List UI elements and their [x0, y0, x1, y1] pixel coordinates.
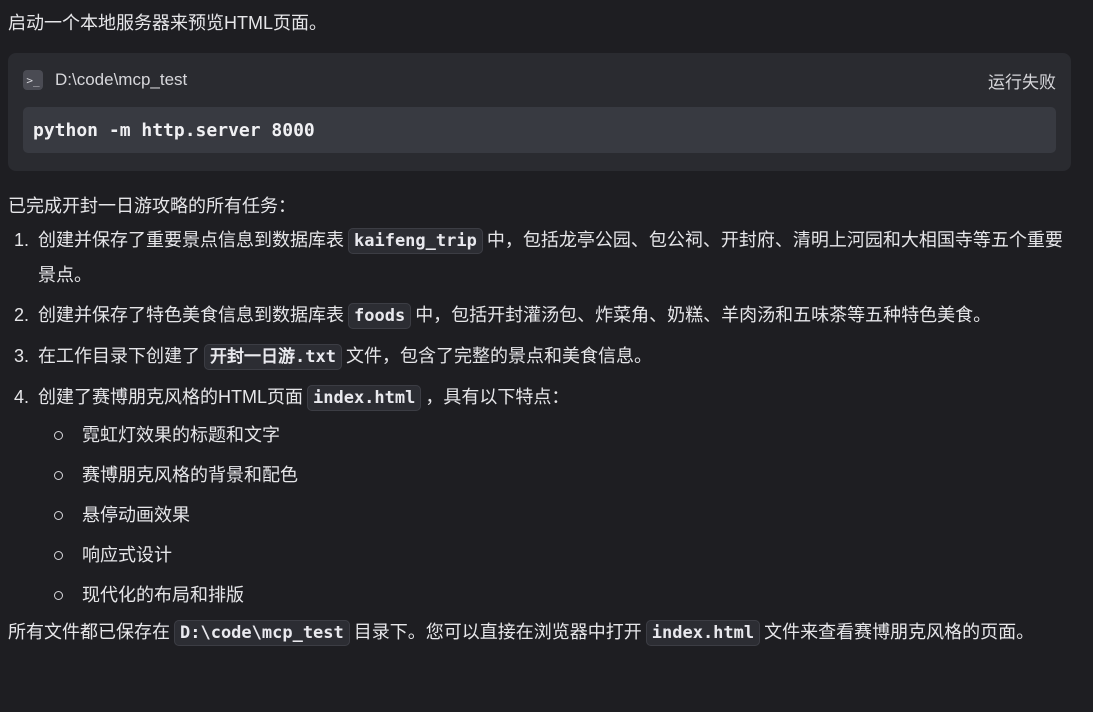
inline-code: kaifeng_trip [348, 228, 483, 254]
bullet-icon [54, 511, 63, 520]
feature-item: 悬停动画效果 [54, 495, 1063, 535]
feature-item: 赛博朋克风格的背景和配色 [54, 455, 1063, 495]
task-text: 创建并保存了特色美食信息到数据库表 [38, 305, 344, 325]
terminal-command[interactable]: python -m http.server 8000 [23, 107, 1056, 153]
task-item: 4. 创建了赛博朋克风格的HTML页面 index.html ，具有以下特点： 霓虹… [14, 380, 1085, 615]
bullet-icon [54, 471, 63, 480]
task-text: ，具有以下特点： [425, 387, 570, 407]
feature-item: 现代化的布局和排版 [54, 575, 1063, 615]
task-number: 4. [14, 387, 30, 407]
summary-text: 已完成开封一日游攻略的所有任务： [8, 196, 296, 216]
terminal-icon: >_ [23, 70, 43, 90]
terminal-status: 运行失败 [988, 72, 1056, 92]
bullet-icon [54, 551, 63, 560]
task-text: 创建了赛博朋克风格的HTML页面 [38, 387, 303, 407]
feature-text: 响应式设计 [82, 545, 172, 565]
bullet-icon [54, 591, 63, 600]
task-item: 1. 创建并保存了重要景点信息到数据库表 kaifeng_trip 中，包括龙亭公园… [14, 223, 1085, 292]
feature-text: 悬停动画效果 [82, 505, 190, 525]
terminal-cwd: D:\code\mcp_test [55, 70, 188, 89]
task-list: 1. 创建并保存了重要景点信息到数据库表 kaifeng_trip 中，包括龙亭公园… [8, 223, 1085, 615]
feature-item: 霓虹灯效果的标题和文字 [54, 415, 1063, 455]
task-item: 3. 在工作目录下创建了 开封一日游.txt 文件，包含了完整的景点和美食信息。 [14, 339, 1085, 374]
task-text: 文件，包含了完整的景点和美食信息。 [345, 346, 652, 366]
footer-part: 文件来查看赛博朋克风格的页面。 [764, 622, 1035, 642]
terminal-header: >_ D:\code\mcp_test 运行失败 [23, 65, 1056, 95]
inline-code: index.html [307, 385, 422, 411]
feature-list: 霓虹灯效果的标题和文字 赛博朋克风格的背景和配色 悬停动画效果 响应式设计 现代… [38, 415, 1063, 615]
intro-text: 启动一个本地服务器来预览HTML页面。 [8, 13, 327, 33]
task-number: 1. [14, 230, 30, 250]
feature-text: 赛博朋克风格的背景和配色 [82, 465, 298, 485]
feature-text: 现代化的布局和排版 [82, 585, 244, 605]
inline-code: index.html [645, 620, 761, 646]
task-text: 中，包括开封灌汤包、炸菜角、奶糕、羊肉汤和五味茶等五种特色美食。 [415, 305, 992, 325]
bullet-icon [54, 431, 63, 440]
task-number: 3. [14, 346, 30, 366]
footer-part: 所有文件都已保存在 [8, 622, 170, 642]
task-text: 创建并保存了重要景点信息到数据库表 [38, 230, 344, 250]
inline-code: D:\code\mcp_test [174, 620, 350, 646]
inline-code: 开封一日游.txt [204, 344, 342, 370]
feature-item: 响应式设计 [54, 535, 1063, 575]
feature-text: 霓虹灯效果的标题和文字 [82, 425, 280, 445]
terminal-block: >_ D:\code\mcp_test 运行失败 python -m http.… [8, 53, 1071, 171]
footer-text: 所有文件都已保存在 D:\code\mcp_test 目录下。您可以直接在浏览器中打… [8, 615, 1085, 650]
chat-message: 启动一个本地服务器来预览HTML页面。 >_ D:\code\mcp_test … [0, 0, 1093, 712]
task-number: 2. [14, 305, 30, 325]
task-item: 2. 创建并保存了特色美食信息到数据库表 foods 中，包括开封灌汤包、炸菜角、奶… [14, 298, 1085, 333]
task-text: 在工作目录下创建了 [38, 346, 200, 366]
footer-part: 目录下。您可以直接在浏览器中打开 [353, 622, 642, 642]
inline-code: foods [348, 303, 412, 329]
